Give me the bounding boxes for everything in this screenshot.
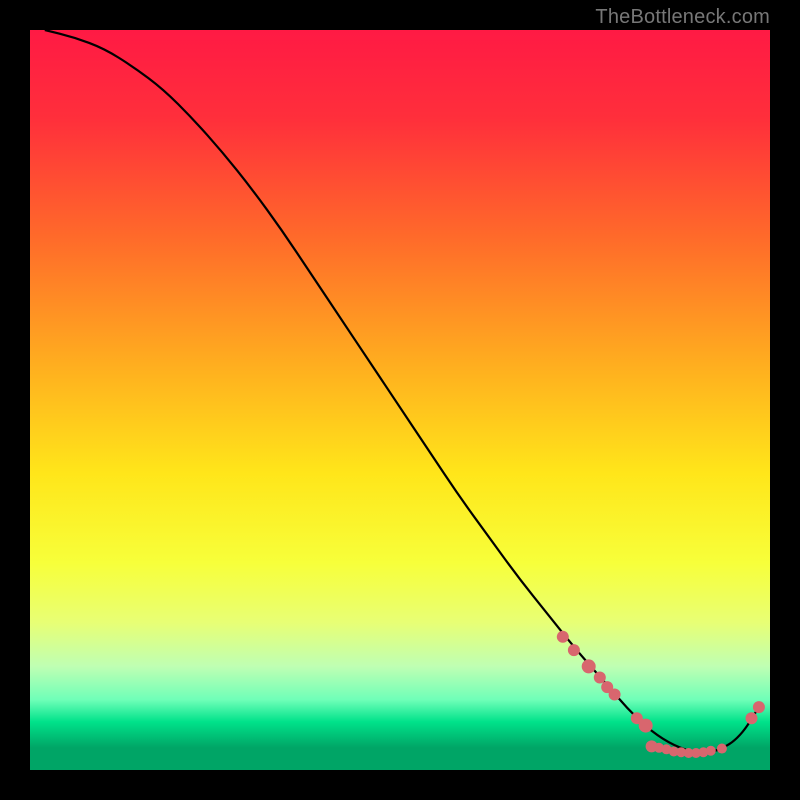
data-point (639, 719, 653, 733)
data-point (568, 644, 580, 656)
chart-frame (30, 30, 770, 770)
data-point (717, 744, 727, 754)
data-point (746, 712, 758, 724)
data-point (594, 672, 606, 684)
data-point (582, 659, 596, 673)
bottleneck-chart (30, 30, 770, 770)
data-point (557, 631, 569, 643)
watermark-text: TheBottleneck.com (595, 6, 770, 29)
data-point (706, 746, 716, 756)
data-point (609, 689, 621, 701)
data-point (753, 701, 765, 713)
chart-background (30, 30, 770, 770)
